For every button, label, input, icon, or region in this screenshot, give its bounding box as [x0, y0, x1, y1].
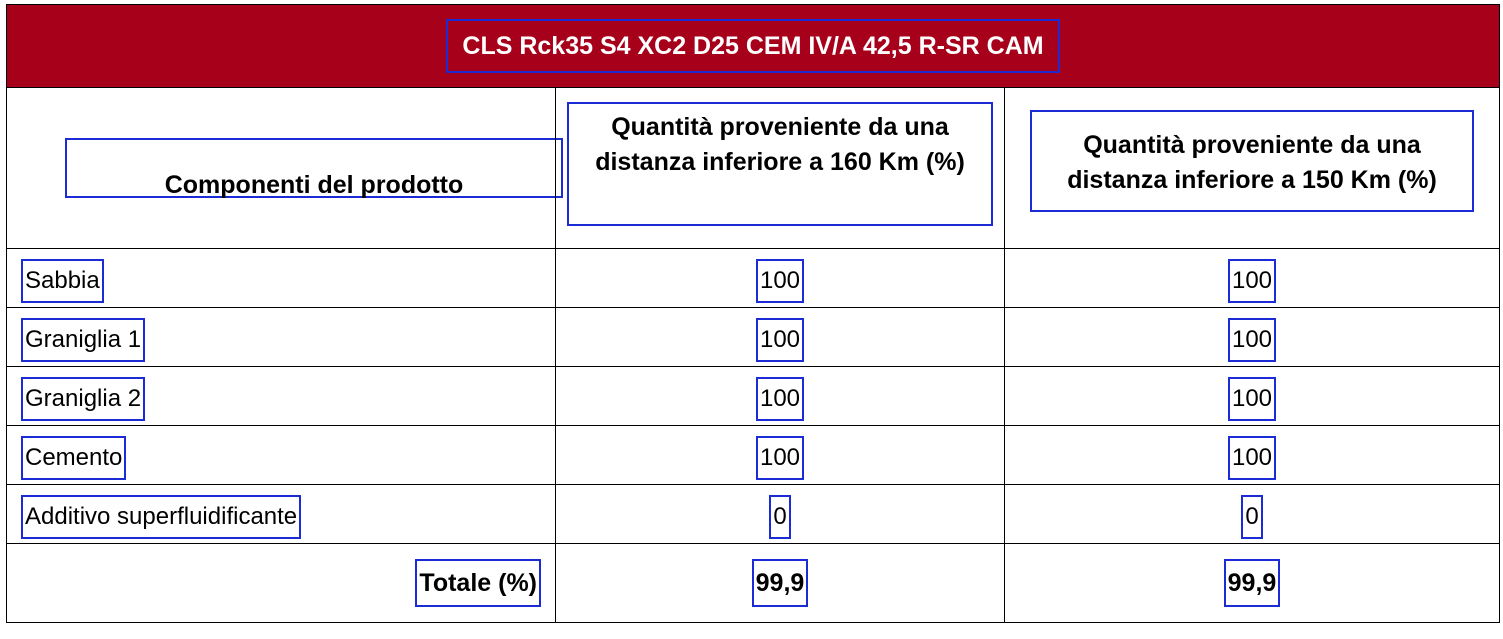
header-distance-150: Quantità proveniente da una distanza inf…	[1030, 110, 1474, 212]
value-160: 100	[755, 377, 805, 421]
title-cell: CLS Rck35 S4 XC2 D25 CEM IV/A 42,5 R-SR …	[6, 4, 1500, 88]
value-cell-160: 100	[555, 366, 1005, 426]
component-name: Sabbia	[21, 259, 104, 303]
value-cell-150: 0	[1004, 484, 1500, 544]
value-cell-160: 0	[555, 484, 1005, 544]
component-name-cell: Cemento	[6, 425, 556, 485]
value-150: 100	[1227, 318, 1277, 362]
value-160: 0	[769, 495, 791, 539]
total-value-150: 99,9	[1223, 559, 1281, 607]
title-row: CLS Rck35 S4 XC2 D25 CEM IV/A 42,5 R-SR …	[6, 4, 1500, 88]
value-150: 100	[1227, 377, 1277, 421]
component-name-cell: Additivo superfluidificante	[6, 484, 556, 544]
value-cell-150: 100	[1004, 366, 1500, 426]
header-row: Componenti del prodotto Quantità proveni…	[6, 87, 1500, 249]
header-components: Componenti del prodotto	[65, 138, 563, 199]
component-name-cell: Graniglia 1	[6, 307, 556, 367]
component-name: Cemento	[21, 436, 127, 480]
total-row: Totale (%) 99,9 99,9	[6, 543, 1500, 623]
table-row: Cemento 100 100	[6, 425, 1500, 485]
value-cell-150: 100	[1004, 425, 1500, 485]
header-cell-distance-160: Quantità proveniente da una distanza inf…	[555, 87, 1005, 249]
total-cell-160: 99,9	[555, 543, 1005, 623]
value-cell-160: 100	[555, 248, 1005, 308]
value-150: 0	[1241, 495, 1263, 539]
header-distance-160: Quantità proveniente da una distanza inf…	[567, 102, 993, 226]
value-160: 100	[755, 318, 805, 362]
components-table: CLS Rck35 S4 XC2 D25 CEM IV/A 42,5 R-SR …	[6, 4, 1500, 623]
header-cell-distance-150: Quantità proveniente da una distanza inf…	[1004, 87, 1500, 249]
total-label-cell: Totale (%)	[6, 543, 556, 623]
total-value-160: 99,9	[751, 559, 809, 607]
value-cell-160: 100	[555, 307, 1005, 367]
components-table-container: CLS Rck35 S4 XC2 D25 CEM IV/A 42,5 R-SR …	[6, 4, 1500, 623]
table-row: Graniglia 1 100 100	[6, 307, 1500, 367]
table-row: Additivo superfluidificante 0 0	[6, 484, 1500, 544]
component-name: Graniglia 2	[21, 377, 146, 421]
total-label: Totale (%)	[415, 559, 541, 607]
value-cell-150: 100	[1004, 307, 1500, 367]
component-name: Additivo superfluidificante	[21, 495, 302, 539]
value-150: 100	[1227, 259, 1277, 303]
table-row: Graniglia 2 100 100	[6, 366, 1500, 426]
header-cell-components: Componenti del prodotto	[6, 87, 563, 249]
component-name-cell: Sabbia	[6, 248, 556, 308]
value-160: 100	[755, 259, 805, 303]
total-cell-150: 99,9	[1004, 543, 1500, 623]
table-row: Sabbia 100 100	[6, 248, 1500, 308]
value-150: 100	[1227, 436, 1277, 480]
value-160: 100	[755, 436, 805, 480]
component-name-cell: Graniglia 2	[6, 366, 556, 426]
value-cell-150: 100	[1004, 248, 1500, 308]
component-name: Graniglia 1	[21, 318, 146, 362]
table-title: CLS Rck35 S4 XC2 D25 CEM IV/A 42,5 R-SR …	[446, 19, 1060, 73]
value-cell-160: 100	[555, 425, 1005, 485]
